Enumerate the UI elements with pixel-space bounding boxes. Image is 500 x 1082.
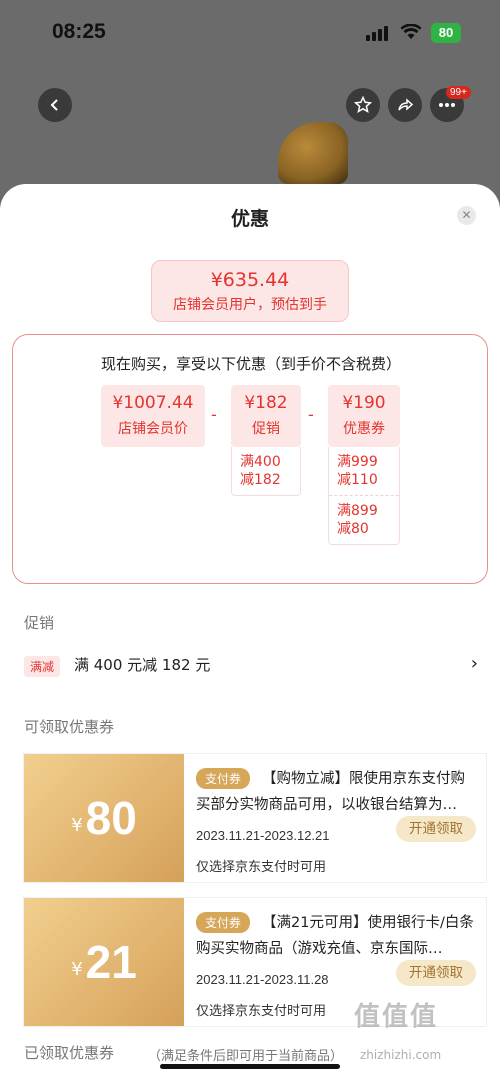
coupon-rule: 满899 减80	[329, 495, 399, 544]
watermark-logo: 值值值	[354, 1002, 439, 1032]
calc-caption: 现在购买，享受以下优惠（到手价不含税费）	[100, 355, 401, 373]
coupon-discount: ¥190	[342, 393, 386, 413]
promo-discount-label: 促销	[252, 421, 280, 437]
battery-indicator: 80	[431, 23, 461, 43]
coupon-note: 仅选择京东支付时可用	[196, 1004, 327, 1019]
claimed-section-sub: （满足条件后即可用于当前商品）	[148, 1049, 344, 1064]
claimed-section-label: 已领取优惠券	[24, 1044, 115, 1062]
product-image	[278, 122, 348, 184]
coupon-rule-list: 满999 减110 满899 减80	[328, 447, 400, 545]
coupon-rule: 满999 减110	[337, 454, 378, 488]
final-price-label: 店铺会员用户，预估到手	[173, 297, 327, 313]
status-time: 08:25	[52, 20, 106, 43]
coupon-discount-label: 优惠券	[343, 421, 385, 437]
coupon-validity: 2023.11.21-2023.12.21	[196, 828, 330, 843]
chevron-right-icon: ›	[470, 653, 478, 674]
promo-rule-list: 满400 减182	[231, 447, 301, 496]
promo-row[interactable]: 满减 满 400 元减 182 元 ›	[24, 653, 484, 678]
close-icon: ✕	[461, 208, 472, 222]
coupon-type-tag: 支付券	[196, 912, 251, 933]
share-button[interactable]	[388, 88, 422, 122]
home-indicator	[160, 1064, 340, 1069]
watermark-url: zhizhizhi.com	[360, 1048, 442, 1062]
sheet-title: 优惠	[230, 208, 269, 230]
yen-symbol: ¥	[71, 958, 83, 980]
coupon-amount: 21	[85, 936, 137, 988]
coupon-note: 仅选择京东支付时可用	[196, 860, 327, 875]
coupon-amount: 80	[85, 792, 137, 844]
member-price-pill: ¥1007.44 店铺会员价	[101, 385, 205, 447]
signal-icon	[366, 26, 388, 41]
yen-symbol: ¥	[71, 814, 83, 836]
claim-coupon-button[interactable]: 开通领取	[396, 816, 476, 842]
claim-coupon-button[interactable]: 开通领取	[396, 960, 476, 986]
more-dots-icon	[439, 103, 455, 107]
share-icon	[398, 98, 414, 111]
coupon-amount-panel: ¥ 80	[24, 754, 184, 882]
promo-rule: 满400 减182	[240, 454, 281, 488]
promo-discount: ¥182	[244, 393, 288, 413]
promo-discount-pill: ¥182 促销	[231, 385, 301, 447]
promo-text: 满 400 元减 182 元	[74, 656, 211, 674]
chevron-left-icon	[50, 99, 58, 111]
coupon-amount-panel: ¥ 21	[24, 898, 184, 1026]
minus-operator: -	[211, 405, 217, 424]
final-price: ¥635.44	[210, 269, 290, 291]
coupon-details: 【购物立减】限使用京东支付购买部分实物商品可用，以收银台结算为… 支付券 202…	[196, 754, 486, 882]
final-price-box: ¥635.44 店铺会员用户，预估到手	[151, 260, 349, 322]
star-icon	[354, 96, 372, 114]
promo-section-label: 促销	[24, 614, 55, 632]
favorite-button[interactable]	[346, 88, 380, 122]
discount-sheet: 优惠 ✕ ¥635.44 店铺会员用户，预估到手 现在购买，享受以下优惠（到手价…	[0, 184, 500, 1082]
member-price: ¥1007.44	[112, 393, 194, 413]
wifi-icon	[400, 24, 422, 39]
back-button[interactable]	[38, 88, 72, 122]
status-bar: 08:25 80	[0, 0, 500, 60]
more-badge: 99+	[446, 86, 471, 99]
price-calculation-box: 现在购买，享受以下优惠（到手价不含税费） ¥1007.44 店铺会员价 - ¥1…	[12, 334, 488, 584]
coupon-section-label: 可领取优惠券	[24, 718, 115, 736]
coupon-card: ¥ 80 【购物立减】限使用京东支付购买部分实物商品可用，以收银台结算为… 支付…	[24, 754, 486, 882]
minus-operator: -	[308, 405, 314, 424]
member-price-label: 店铺会员价	[118, 421, 188, 437]
promo-tag: 满减	[24, 656, 61, 677]
coupon-discount-pill: ¥190 优惠券	[328, 385, 400, 447]
close-button[interactable]: ✕	[457, 206, 476, 225]
coupon-type-tag: 支付券	[196, 768, 251, 789]
coupon-details: 【满21元可用】使用银行卡/白条购买实物商品（游戏充值、京东国际… 支付券 20…	[196, 898, 486, 1026]
coupon-validity: 2023.11.21-2023.11.28	[196, 972, 329, 987]
